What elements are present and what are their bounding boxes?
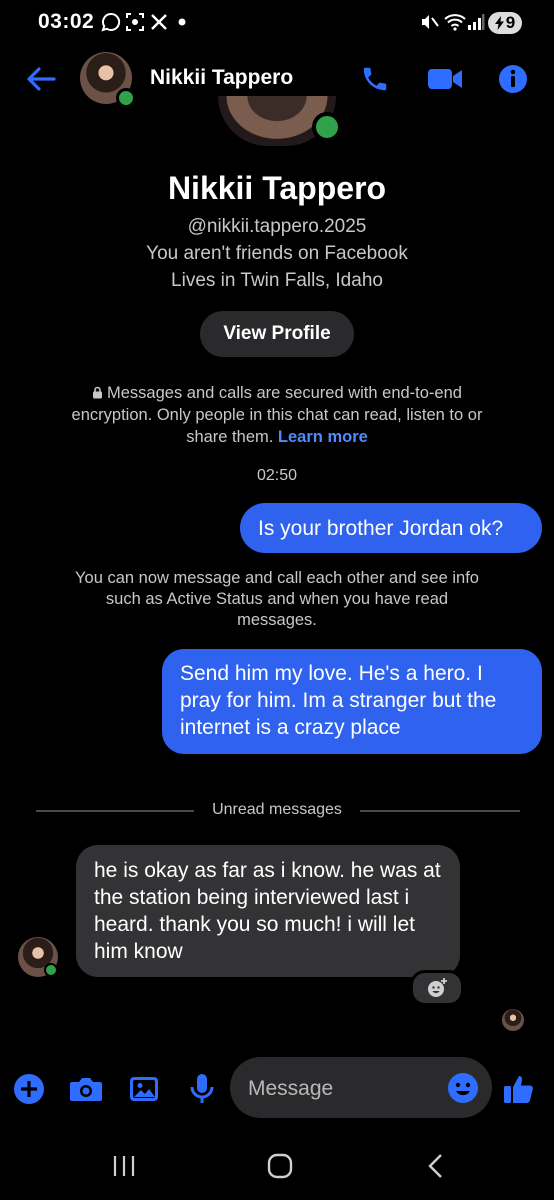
mute-icon xyxy=(418,12,440,32)
contact-name[interactable]: Nikkii Tappero xyxy=(150,66,293,90)
messenger-notification-icon xyxy=(100,12,122,32)
x-notification-icon xyxy=(148,12,170,32)
back-button[interactable] xyxy=(22,60,60,98)
video-camera-icon xyxy=(428,69,462,89)
battery-level: 9 xyxy=(505,13,516,32)
signal-icon xyxy=(466,12,486,32)
wifi-icon xyxy=(442,12,468,32)
phone-icon xyxy=(363,67,387,91)
home-icon xyxy=(267,1153,293,1179)
learn-more-link[interactable]: Learn more xyxy=(278,428,368,446)
more-notifications-dot-icon xyxy=(176,12,188,32)
home-button[interactable] xyxy=(260,1146,300,1186)
message-composer xyxy=(230,1057,492,1120)
voice-message-button[interactable] xyxy=(183,1070,221,1108)
charging-icon xyxy=(494,16,504,30)
screenshot-notification-icon xyxy=(124,12,146,32)
incoming-message[interactable]: he is okay as far as i know. he was at t… xyxy=(76,845,460,977)
profile-online-dot xyxy=(312,112,342,142)
conversation-timestamp: 02:50 xyxy=(256,467,298,484)
system-notice: You can now message and call each other … xyxy=(75,569,479,629)
conversation-info-button[interactable] xyxy=(494,60,532,98)
friend-status: You aren't friends on Facebook xyxy=(146,243,408,264)
back-arrow-icon xyxy=(27,67,56,91)
info-icon xyxy=(499,65,527,93)
camera-button[interactable] xyxy=(67,1070,105,1108)
view-profile-button[interactable]: View Profile xyxy=(200,311,354,357)
battery-indicator: 9 xyxy=(488,12,522,34)
message-input[interactable] xyxy=(246,1057,450,1120)
plus-circle-icon xyxy=(14,1074,44,1104)
add-reaction-button[interactable] xyxy=(410,970,464,1006)
emoji-icon xyxy=(448,1073,478,1103)
voice-call-button[interactable] xyxy=(356,60,394,98)
recent-apps-button[interactable] xyxy=(104,1146,144,1186)
profile-username: @nikkii.tappero.2025 xyxy=(187,216,367,237)
like-button[interactable] xyxy=(500,1070,538,1108)
profile-name: Nikkii Tappero xyxy=(167,170,387,206)
add-reaction-icon xyxy=(428,978,447,997)
microphone-icon xyxy=(190,1074,214,1103)
lock-icon xyxy=(93,386,103,399)
outgoing-message[interactable]: Is your brother Jordan ok? xyxy=(240,503,542,553)
encryption-notice: Messages and calls are secured with end-… xyxy=(60,382,494,448)
status-time: 03:02 xyxy=(38,10,95,33)
profile-location: Lives in Twin Falls, Idaho xyxy=(171,270,383,291)
gallery-button[interactable] xyxy=(125,1070,163,1108)
image-icon xyxy=(130,1077,158,1101)
chevron-left-icon xyxy=(428,1154,442,1178)
camera-icon xyxy=(70,1078,102,1101)
emoji-button[interactable] xyxy=(446,1071,480,1105)
more-actions-button[interactable] xyxy=(10,1070,48,1108)
online-status-dot xyxy=(116,88,136,108)
recent-apps-icon xyxy=(113,1156,135,1176)
read-receipt-avatar xyxy=(502,1009,524,1031)
unread-divider-line xyxy=(360,810,520,812)
sender-online-dot xyxy=(44,963,58,977)
outgoing-message[interactable]: Send him my love. He's a hero. I pray fo… xyxy=(162,649,542,754)
thumbs-up-icon xyxy=(504,1076,533,1103)
video-call-button[interactable] xyxy=(426,60,464,98)
nav-back-button[interactable] xyxy=(416,1146,456,1186)
